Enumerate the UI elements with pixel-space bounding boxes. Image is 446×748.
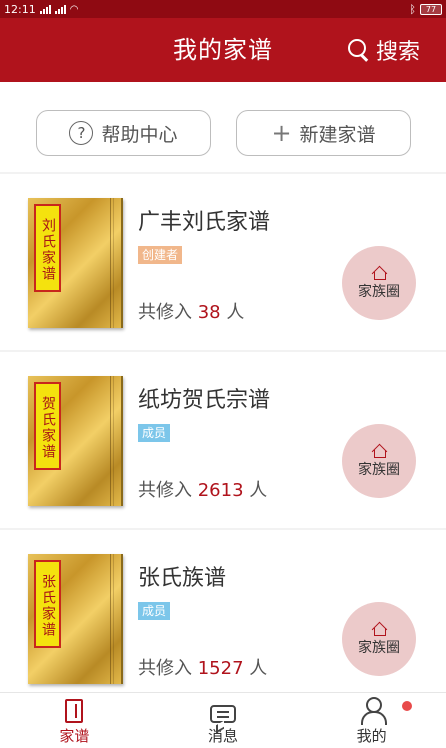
role-badge: 成员 (138, 602, 171, 620)
user-icon (360, 697, 387, 725)
count-number: 38 (197, 302, 221, 323)
status-bar: 12:11 ◠ ᛒ 77 (0, 0, 446, 18)
clan-circle-label: 家族圈 (358, 462, 400, 478)
cover-label: 张氏家谱 (34, 560, 61, 648)
genealogy-name: 广丰刘氏家谱 (138, 210, 271, 235)
signal-icon (39, 4, 51, 14)
member-count: 共修入 1527 人 (138, 654, 267, 680)
cover-label: 贺氏家谱 (34, 382, 61, 470)
clan-circle-label: 家族圈 (358, 640, 400, 656)
message-icon (210, 705, 236, 723)
wifi-icon: ◠ (69, 3, 79, 15)
create-genealogy-label: 新建家谱 (299, 123, 376, 146)
tab-label: 我的 (356, 727, 387, 745)
member-count: 共修入 38 人 (138, 298, 244, 324)
role-badge: 成员 (138, 424, 171, 442)
genealogy-cover: 张氏家谱 (28, 554, 123, 684)
tab-messages[interactable]: 消息 (149, 693, 298, 748)
genealogy-cover: 刘氏家谱 (28, 198, 123, 328)
create-genealogy-button[interactable]: + 新建家谱 (236, 110, 411, 156)
count-prefix: 共修入 (138, 302, 192, 323)
count-prefix: 共修入 (138, 658, 192, 679)
house-icon (371, 443, 387, 458)
help-center-label: 帮助中心 (101, 123, 178, 146)
clan-circle-label: 家族圈 (358, 284, 400, 300)
house-icon (371, 265, 387, 280)
search-icon (347, 39, 370, 61)
signal-icon-2 (54, 4, 66, 14)
clan-circle-button[interactable]: 家族圈 (342, 246, 416, 320)
genealogy-name: 张氏族谱 (138, 566, 227, 591)
tab-mine[interactable]: 我的 (297, 693, 446, 748)
search-label: 搜索 (375, 40, 420, 65)
count-suffix: 人 (249, 480, 268, 501)
battery-icon: 77 (420, 3, 442, 15)
role-badge: 创建者 (138, 246, 183, 264)
genealogy-item[interactable]: 张氏家谱 张氏族谱 成员 共修入 1527 人 家族圈 (0, 530, 446, 706)
member-count: 共修入 2613 人 (138, 476, 267, 502)
tab-label: 家谱 (59, 727, 90, 745)
status-time: 12:11 (4, 2, 36, 16)
clan-circle-button[interactable]: 家族圈 (342, 602, 416, 676)
genealogy-item[interactable]: 贺氏家谱 纸坊贺氏宗谱 成员 共修入 2613 人 家族圈 (0, 352, 446, 528)
bottom-tab-bar: 家谱 消息 我的 (0, 692, 446, 748)
search-button[interactable]: 搜索 (347, 18, 420, 82)
count-suffix: 人 (226, 302, 245, 323)
count-suffix: 人 (249, 658, 268, 679)
tab-genealogy[interactable]: 家谱 (0, 693, 149, 748)
question-icon: ? (69, 121, 94, 145)
action-bar: ? 帮助中心 + 新建家谱 (0, 82, 446, 172)
house-icon (371, 621, 387, 636)
genealogy-name: 纸坊贺氏宗谱 (138, 388, 271, 413)
help-center-button[interactable]: ? 帮助中心 (36, 110, 211, 156)
clan-circle-button[interactable]: 家族圈 (342, 424, 416, 498)
count-number: 1527 (197, 658, 244, 679)
genealogy-item[interactable]: 刘氏家谱 广丰刘氏家谱 创建者 共修入 38 人 家族圈 (0, 174, 446, 350)
genealogy-cover: 贺氏家谱 (28, 376, 123, 506)
bluetooth-icon: ᛒ (409, 2, 416, 16)
notification-badge (402, 701, 413, 711)
count-prefix: 共修入 (138, 480, 192, 501)
pedigree-icon (65, 699, 84, 723)
app-header: 我的家谱 搜索 (0, 18, 446, 82)
count-number: 2613 (197, 480, 244, 501)
cover-label: 刘氏家谱 (34, 204, 61, 292)
plus-icon: + (271, 119, 292, 147)
